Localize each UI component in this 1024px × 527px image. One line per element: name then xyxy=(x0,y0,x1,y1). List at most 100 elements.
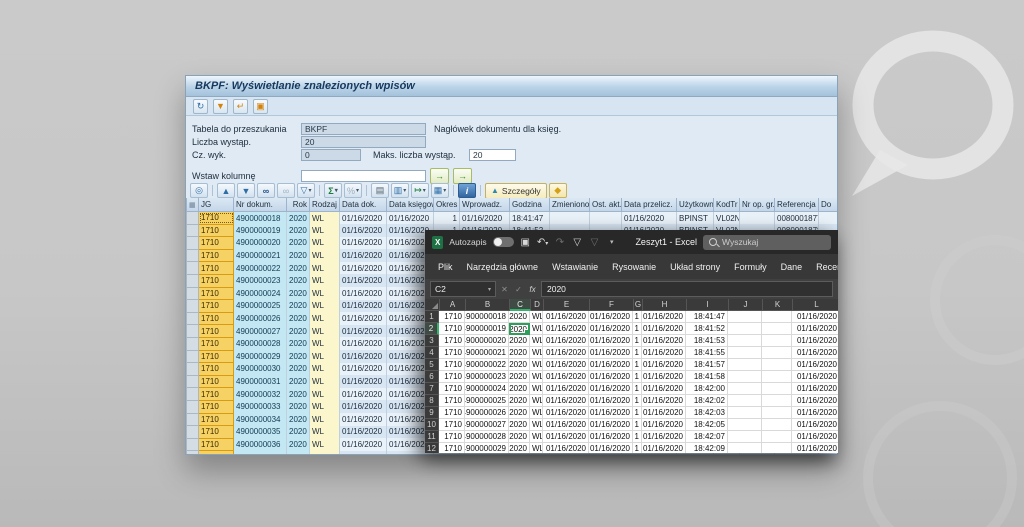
ribbon-tab[interactable]: Plik xyxy=(431,262,460,272)
cell[interactable]: 4900000032 xyxy=(233,387,287,401)
column-header[interactable]: B xyxy=(466,299,510,311)
cell[interactable]: 1710 xyxy=(198,248,234,263)
ribbon-tab[interactable]: Wstawianie xyxy=(545,262,605,272)
cell[interactable]: 1710 xyxy=(198,399,234,414)
cell[interactable]: 1 xyxy=(633,383,642,395)
cell[interactable] xyxy=(762,347,792,359)
column-header[interactable]: K xyxy=(763,299,793,311)
cell[interactable]: WL xyxy=(309,287,340,300)
row-select-cell[interactable] xyxy=(186,400,199,414)
max-occurrences-field[interactable]: 20 xyxy=(469,148,516,161)
cell[interactable]: 01/16/2020 xyxy=(339,350,387,363)
column-header[interactable]: Wprowadz. xyxy=(459,198,510,212)
cell[interactable]: 18:41:57 xyxy=(686,359,728,371)
cell[interactable]: 01/16/2020 xyxy=(792,395,838,407)
cell[interactable]: WL xyxy=(309,438,340,451)
cell[interactable]: 2020 xyxy=(509,311,530,323)
cell[interactable]: 2020 xyxy=(286,312,310,325)
cell[interactable]: 4900000024 xyxy=(233,287,287,300)
cell[interactable]: WL xyxy=(309,337,340,351)
cell[interactable]: 2020 xyxy=(509,407,530,419)
row-header[interactable]: 4 xyxy=(425,347,439,359)
print-icon[interactable]: ▤ xyxy=(371,183,389,198)
select-all-corner[interactable] xyxy=(425,299,440,311)
cell[interactable]: 1 xyxy=(633,323,642,335)
row-select-cell[interactable] xyxy=(186,249,199,263)
cell[interactable]: 01/16/2020 xyxy=(589,419,633,431)
cell[interactable]: 01/16/2020 xyxy=(339,274,387,288)
cell[interactable]: 1710 xyxy=(439,395,465,407)
cell[interactable]: 01/16/2020 xyxy=(339,224,387,237)
cell[interactable]: 4900000036 xyxy=(233,438,287,451)
find-icon[interactable]: ∞ xyxy=(257,183,275,198)
ribbon-tab[interactable]: Formuły xyxy=(727,262,774,272)
cell[interactable]: 4900000029 xyxy=(465,443,509,453)
cell[interactable]: 2020 xyxy=(286,224,310,237)
cell[interactable]: 1710 xyxy=(198,286,234,301)
cell[interactable]: 18:42:07 xyxy=(686,431,728,443)
cell[interactable] xyxy=(762,335,792,347)
cell[interactable]: 18:41:55 xyxy=(686,347,728,359)
column-header[interactable]: Data księgow. xyxy=(386,198,434,212)
cell[interactable]: 01/16/2020 xyxy=(543,407,589,419)
cell[interactable]: 01/16/2020 xyxy=(589,359,633,371)
row-header[interactable]: 6 xyxy=(425,371,439,383)
cell[interactable]: 4900000031 xyxy=(233,375,287,388)
row-header[interactable]: 12 xyxy=(425,443,439,453)
cell[interactable]: 1710 xyxy=(198,223,234,238)
cell[interactable]: 4900000022 xyxy=(465,359,509,371)
table-settings-icon[interactable]: ▣ xyxy=(253,98,268,114)
cell[interactable]: 4900000028 xyxy=(233,337,287,351)
cell[interactable]: 01/16/2020 xyxy=(459,211,510,225)
cell[interactable]: 4900000034 xyxy=(233,413,287,426)
cell[interactable]: 18:42:05 xyxy=(686,419,728,431)
cell[interactable]: 01/16/2020 xyxy=(642,431,686,443)
cell[interactable]: 4900000026 xyxy=(233,312,287,325)
column-header[interactable]: Do xyxy=(818,198,837,212)
row-header[interactable]: 5 xyxy=(425,359,439,371)
cell[interactable]: 01/16/2020 xyxy=(339,299,387,313)
row-select-cell[interactable] xyxy=(186,387,199,401)
cell[interactable]: 01/16/2020 xyxy=(589,311,633,323)
cell[interactable]: 01/16/2020 xyxy=(589,323,633,335)
column-header[interactable]: KodTr xyxy=(713,198,740,212)
column-header[interactable]: L xyxy=(793,299,838,311)
column-header[interactable]: J xyxy=(729,299,763,311)
cell[interactable]: 1710 xyxy=(198,273,234,288)
cell[interactable]: 2020 xyxy=(509,419,530,431)
cell[interactable]: WL xyxy=(530,311,543,323)
cell[interactable]: 1710 xyxy=(198,324,234,338)
cell[interactable]: 2020 xyxy=(286,438,310,451)
cell[interactable]: 01/16/2020 xyxy=(642,407,686,419)
cell[interactable] xyxy=(589,211,622,225)
column-header[interactable]: Data przelicz. xyxy=(621,198,677,212)
cell[interactable]: 1710 xyxy=(439,407,465,419)
cell[interactable]: 01/16/2020 xyxy=(589,395,633,407)
cell[interactable] xyxy=(728,383,762,395)
cell[interactable]: 01/16/2020 xyxy=(339,400,387,413)
row-header[interactable]: 3 xyxy=(425,335,439,347)
name-box-dropdown-icon[interactable]: ▾ xyxy=(488,286,491,293)
cell[interactable]: 01/16/2020 xyxy=(543,431,589,443)
cell[interactable]: 2020 xyxy=(286,299,310,313)
partial-field[interactable]: 0 xyxy=(301,148,361,161)
cell[interactable]: WL xyxy=(309,350,340,363)
cell[interactable] xyxy=(762,371,792,383)
cell[interactable]: 01/16/2020 xyxy=(339,413,387,426)
cell[interactable] xyxy=(728,443,762,453)
cell[interactable]: WL xyxy=(530,371,543,383)
cancel-icon[interactable]: ✕ xyxy=(499,285,510,294)
cell[interactable]: 2020 xyxy=(509,395,530,407)
cell[interactable]: 2020 xyxy=(286,274,310,288)
row-select-cell[interactable] xyxy=(186,287,199,301)
cell[interactable]: 2020 xyxy=(509,347,530,359)
cell[interactable]: 4900000018 xyxy=(465,311,509,323)
cell[interactable]: 2020 xyxy=(509,443,530,453)
cell[interactable]: BPINST xyxy=(676,211,714,225)
cell[interactable]: WL xyxy=(530,323,543,335)
cell[interactable]: 2020 xyxy=(286,337,310,351)
autosave-toggle[interactable] xyxy=(492,237,514,247)
cell[interactable]: 1 xyxy=(633,347,642,359)
cell[interactable]: 18:41:53 xyxy=(686,335,728,347)
cell[interactable]: 18:41:52 xyxy=(686,323,728,335)
